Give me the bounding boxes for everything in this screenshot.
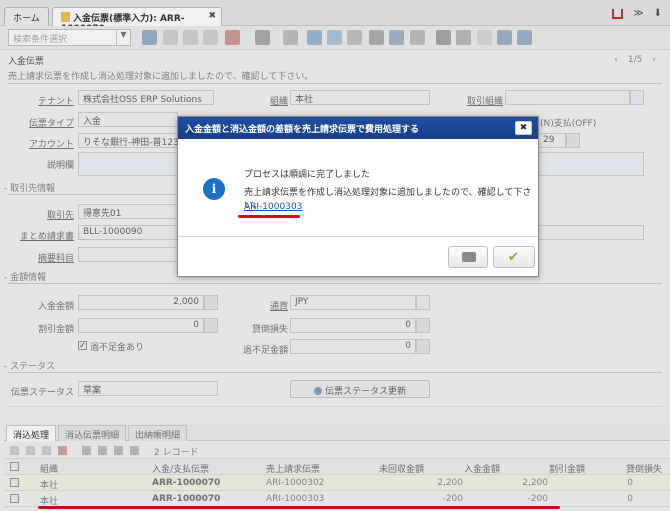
checkmark-icon: ✔ xyxy=(508,250,519,265)
process-result-dialog: 入金金額と消込金額の差額を売上請求伝票で費用処理する ✖ i プロセスは順調に完… xyxy=(177,116,539,277)
dialog-message-line1: プロセスは順調に完了しました xyxy=(244,170,371,180)
close-icon[interactable]: ✖ xyxy=(515,121,532,135)
printer-icon xyxy=(462,252,476,262)
dialog-title: 入金金額と消込金額の差額を売上請求伝票で費用処理する xyxy=(185,125,420,135)
app-window: ホーム 入金伝票(標準入力): ARR-1000070 ✖ ≫ ⬇ 検索条件選択… xyxy=(0,0,670,511)
info-icon: i xyxy=(203,178,225,200)
invoice-link[interactable]: ARI-1000303 xyxy=(244,202,302,212)
dialog-separator xyxy=(178,236,538,237)
print-button[interactable] xyxy=(448,246,488,268)
ok-button[interactable]: ✔ xyxy=(493,246,535,268)
dialog-header: 入金金額と消込金額の差額を売上請求伝票で費用処理する ✖ xyxy=(178,117,538,139)
link-highlight-underline xyxy=(238,215,300,218)
